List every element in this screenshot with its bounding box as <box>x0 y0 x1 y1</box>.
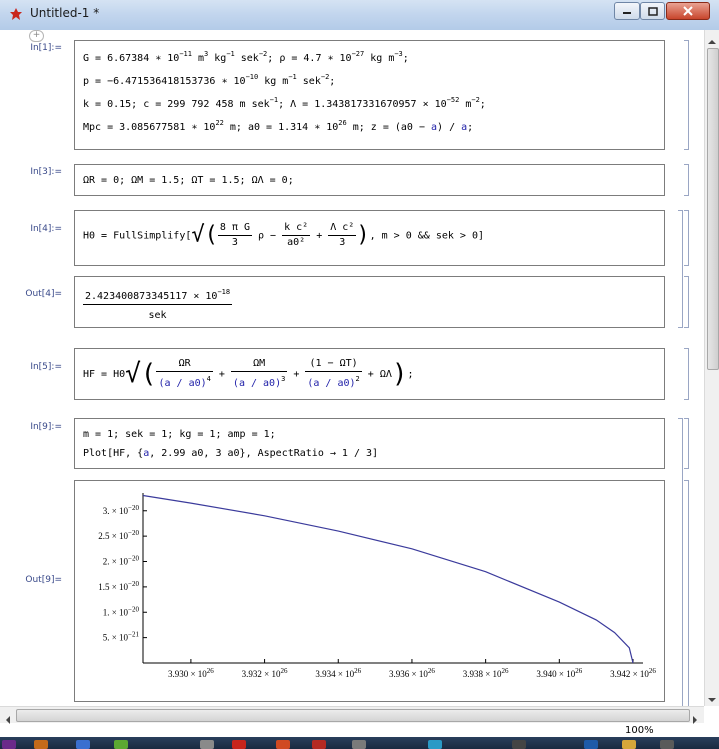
add-cell-button[interactable]: + <box>29 30 44 42</box>
scroll-right-arrow[interactable] <box>690 710 700 729</box>
taskbar-app-icon[interactable] <box>2 740 16 749</box>
cell-label-in4: In[4]:= <box>30 224 62 234</box>
vertical-scroll-thumb[interactable] <box>707 48 719 370</box>
cell-bracket[interactable] <box>684 276 689 328</box>
code-line-2: Plot[HF, {a, 2.99 a0, 3 a0}, AspectRatio… <box>83 448 379 459</box>
cell-label-in3: In[3]:= <box>30 167 62 177</box>
code-line-1: m = 1; sek = 1; kg = 1; amp = 1; <box>83 429 276 440</box>
taskbar-app-icon[interactable] <box>622 740 636 749</box>
minimize-button[interactable] <box>614 2 640 20</box>
window-title: Untitled-1 * <box>30 6 100 20</box>
input-cell-constants[interactable]: G = 6.67384 ∗ 10−11 m3 kg−1 sek−2; ρ = 4… <box>74 40 665 150</box>
cell-label-out4: Out[4]= <box>25 289 62 299</box>
window-title-bar: Untitled-1 * <box>0 0 719 31</box>
code-line-3: k = 0.15; c = 299 792 458 m sek−1; Λ = 1… <box>83 96 486 110</box>
taskbar-app-icon[interactable] <box>428 740 442 749</box>
taskbar-app-icon[interactable] <box>352 740 366 749</box>
taskbar-app-icon[interactable] <box>232 740 246 749</box>
input-cell-hf[interactable]: HF = H0√(ΩR (a / a0)4 + ΩM (a / a0)3 + (1 … <box>74 348 665 400</box>
scroll-up-arrow[interactable] <box>707 32 717 44</box>
x-tick-label: 3.940 × 1026 <box>536 667 582 679</box>
taskbar-app-icon[interactable] <box>34 740 48 749</box>
x-tick-label: 3.930 × 1026 <box>168 667 214 679</box>
cell-bracket[interactable] <box>684 40 689 150</box>
input-cell-plot[interactable]: m = 1; sek = 1; kg = 1; amp = 1; Plot[HF… <box>74 418 665 469</box>
taskbar-app-icon[interactable] <box>276 740 290 749</box>
h0-value: 2.423400873345117 × 10−18 sek <box>83 285 664 323</box>
x-tick-label: 3.938 × 1026 <box>463 667 509 679</box>
cell-label-out9: Out[9]= <box>25 575 62 585</box>
y-tick-label: 5. × 10−21 <box>103 631 140 643</box>
arrow-right-icon <box>693 716 697 724</box>
horizontal-scroll-thumb[interactable] <box>16 709 690 722</box>
taskbar-app-icon[interactable] <box>312 740 326 749</box>
x-tick-label: 3.936 × 1026 <box>389 667 435 679</box>
plot: 3.930 × 1026 3.932 × 1026 3.934 × 1026 3.93… <box>98 493 656 679</box>
taskbar-app-icon[interactable] <box>512 740 526 749</box>
cell-label-in9: In[9]:= <box>30 422 62 432</box>
minimize-icon <box>623 12 631 14</box>
plus-icon: + <box>32 30 41 40</box>
group-bracket[interactable] <box>678 418 683 706</box>
code-line-1: G = 6.67384 ∗ 10−11 m3 kg−1 sek−2; ρ = 4… <box>83 50 409 64</box>
vertical-scrollbar[interactable] <box>704 30 719 706</box>
arrow-up-icon <box>708 40 716 44</box>
cell-bracket[interactable] <box>684 164 689 196</box>
maximize-button[interactable] <box>640 2 665 20</box>
arrow-down-icon <box>708 698 716 702</box>
scroll-left-arrow[interactable] <box>3 710 13 729</box>
taskbar-app-icon[interactable] <box>584 740 598 749</box>
y-tick-label: 1.5 × 10−20 <box>98 580 139 592</box>
code-line-4: Mpc = 3.085677581 ∗ 1022 m; a0 = 1.314 ∗… <box>83 119 474 133</box>
code-line-2: p = −6.471536418153736 ∗ 10−10 kg m−1 se… <box>83 73 336 87</box>
close-button[interactable] <box>666 2 710 20</box>
input-cell-h0[interactable]: H0 = FullSimplify[√(8 π G3 ρ − k c² a0² +… <box>74 210 665 266</box>
taskbar-app-icon[interactable] <box>76 740 90 749</box>
x-tick-label: 3.942 × 1026 <box>610 667 656 679</box>
input-cell-omegas[interactable]: ΩR = 0; ΩM = 1.5; ΩT = 1.5; ΩΛ = 0; <box>74 164 665 196</box>
taskbar-app-icon[interactable] <box>660 740 674 749</box>
x-tick-label: 3.934 × 1026 <box>315 667 361 679</box>
cell-bracket[interactable] <box>684 210 689 266</box>
cell-label-in5: In[5]:= <box>30 362 62 372</box>
cell-bracket[interactable] <box>684 348 689 400</box>
group-bracket[interactable] <box>678 210 683 328</box>
y-tick-label: 1. × 10−20 <box>103 605 140 617</box>
taskbar-app-icon[interactable] <box>200 740 214 749</box>
x-tick-label: 3.932 × 1026 <box>242 667 288 679</box>
y-tick-label: 2. × 10−20 <box>103 555 140 567</box>
close-icon <box>683 6 693 16</box>
code-line: ΩR = 0; ΩM = 1.5; ΩT = 1.5; ΩΛ = 0; <box>83 175 294 186</box>
zoom-level[interactable]: 100% <box>625 725 654 736</box>
horizontal-scrollbar[interactable] <box>0 706 704 724</box>
hf-curve <box>142 494 634 664</box>
y-tick-label: 3. × 10−20 <box>103 504 140 516</box>
arrow-left-icon <box>6 716 10 724</box>
scroll-down-arrow[interactable] <box>707 690 717 702</box>
cell-label-in1: In[1]:= <box>30 43 62 53</box>
taskbar-app-icon[interactable] <box>114 740 128 749</box>
y-tick-label: 2.5 × 10−20 <box>98 529 139 541</box>
cell-bracket[interactable] <box>684 418 689 469</box>
hf-expression: HF = H0√(ΩR (a / a0)4 + ΩM (a / a0)3 + (1 … <box>83 358 414 389</box>
output-cell-plot: 3.930 × 1026 3.932 × 1026 3.934 × 1026 3.93… <box>74 480 665 702</box>
output-cell-h0: 2.423400873345117 × 10−18 sek <box>74 276 665 328</box>
cell-bracket[interactable] <box>684 480 689 706</box>
mathematica-app-icon <box>10 8 22 20</box>
h0-expression: H0 = FullSimplify[√(8 π G3 ρ − k c² a0² +… <box>83 222 484 248</box>
h0-fraction: 2.423400873345117 × 10−18 sek <box>83 285 233 323</box>
notebook: + In[1]:= G = 6.67384 ∗ 10−11 m3 kg−1 se… <box>0 30 704 706</box>
maximize-icon <box>647 6 658 16</box>
